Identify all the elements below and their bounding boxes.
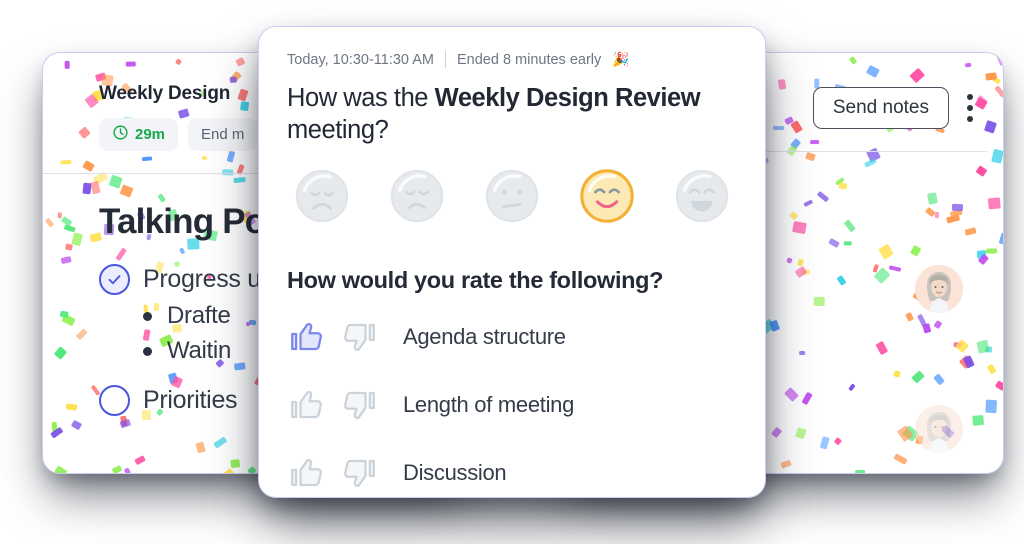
modal-meta: Today, 10:30-11:30 AM Ended 8 minutes ea… xyxy=(287,27,737,68)
send-notes-button[interactable]: Send notes xyxy=(812,87,949,129)
timer-chip[interactable]: 29m xyxy=(99,118,179,151)
checkbox-checked-icon[interactable] xyxy=(99,264,130,295)
face-neutral-icon[interactable] xyxy=(481,165,543,227)
meeting-time-range: Today, 10:30-11:30 AM xyxy=(287,51,434,68)
rating-label: Discussion xyxy=(403,460,507,486)
face-disappointed-icon[interactable] xyxy=(386,165,448,227)
thumbs-up-icon[interactable] xyxy=(287,452,329,494)
end-meeting-button[interactable]: End m xyxy=(188,118,258,151)
thumbs-up-icon[interactable] xyxy=(287,384,329,426)
composite-screenshot: Weekly Design 29m End m Talking Po Progr… xyxy=(0,0,1024,544)
clock-icon xyxy=(112,124,129,145)
face-smiling-icon[interactable] xyxy=(576,165,638,227)
rating-list: Agenda structure Length of meeting Discu… xyxy=(287,316,737,494)
thumbs-down-icon[interactable] xyxy=(337,384,379,426)
party-popper-icon: 🎉 xyxy=(612,51,630,67)
rating-label: Agenda structure xyxy=(403,324,566,350)
question-1-suffix: meeting? xyxy=(287,116,389,145)
meeting-status: Ended 8 minutes early xyxy=(456,51,602,68)
list-subitem-label: Drafte xyxy=(167,302,231,329)
bullet-icon xyxy=(143,311,152,321)
face-sad-icon[interactable] xyxy=(291,165,353,227)
timer-label: 29m xyxy=(135,126,166,143)
list-item-label: Progress u xyxy=(143,265,261,293)
rating-row: Agenda structure xyxy=(287,316,737,358)
kebab-menu-icon[interactable] xyxy=(965,90,975,126)
thumbs-down-icon[interactable] xyxy=(337,316,379,358)
question-1-meeting-name: Weekly Design Review xyxy=(434,84,701,112)
list-item-label: Priorities xyxy=(143,386,238,414)
rating-row: Discussion xyxy=(287,452,737,494)
list-subitem-label: Waitin xyxy=(167,337,231,364)
meeting-feedback-modal: Today, 10:30-11:30 AM Ended 8 minutes ea… xyxy=(258,26,766,498)
avatar[interactable] xyxy=(915,265,963,313)
meta-separator xyxy=(444,51,446,68)
question-1-prefix: How was the xyxy=(287,84,435,112)
rating-row: Length of meeting xyxy=(287,384,737,426)
mood-rating-row xyxy=(287,165,737,227)
bullet-icon xyxy=(143,346,152,356)
face-grinning-icon[interactable] xyxy=(671,165,733,227)
question-2: How would you rate the following? xyxy=(287,267,664,294)
rating-label: Length of meeting xyxy=(403,392,575,418)
checkbox-unchecked-icon[interactable] xyxy=(99,385,130,416)
question-1: How was the Weekly Design Review meeting… xyxy=(287,82,737,146)
avatar[interactable] xyxy=(915,405,963,453)
thumbs-down-icon[interactable] xyxy=(337,452,379,494)
thumbs-up-icon[interactable] xyxy=(287,316,329,358)
